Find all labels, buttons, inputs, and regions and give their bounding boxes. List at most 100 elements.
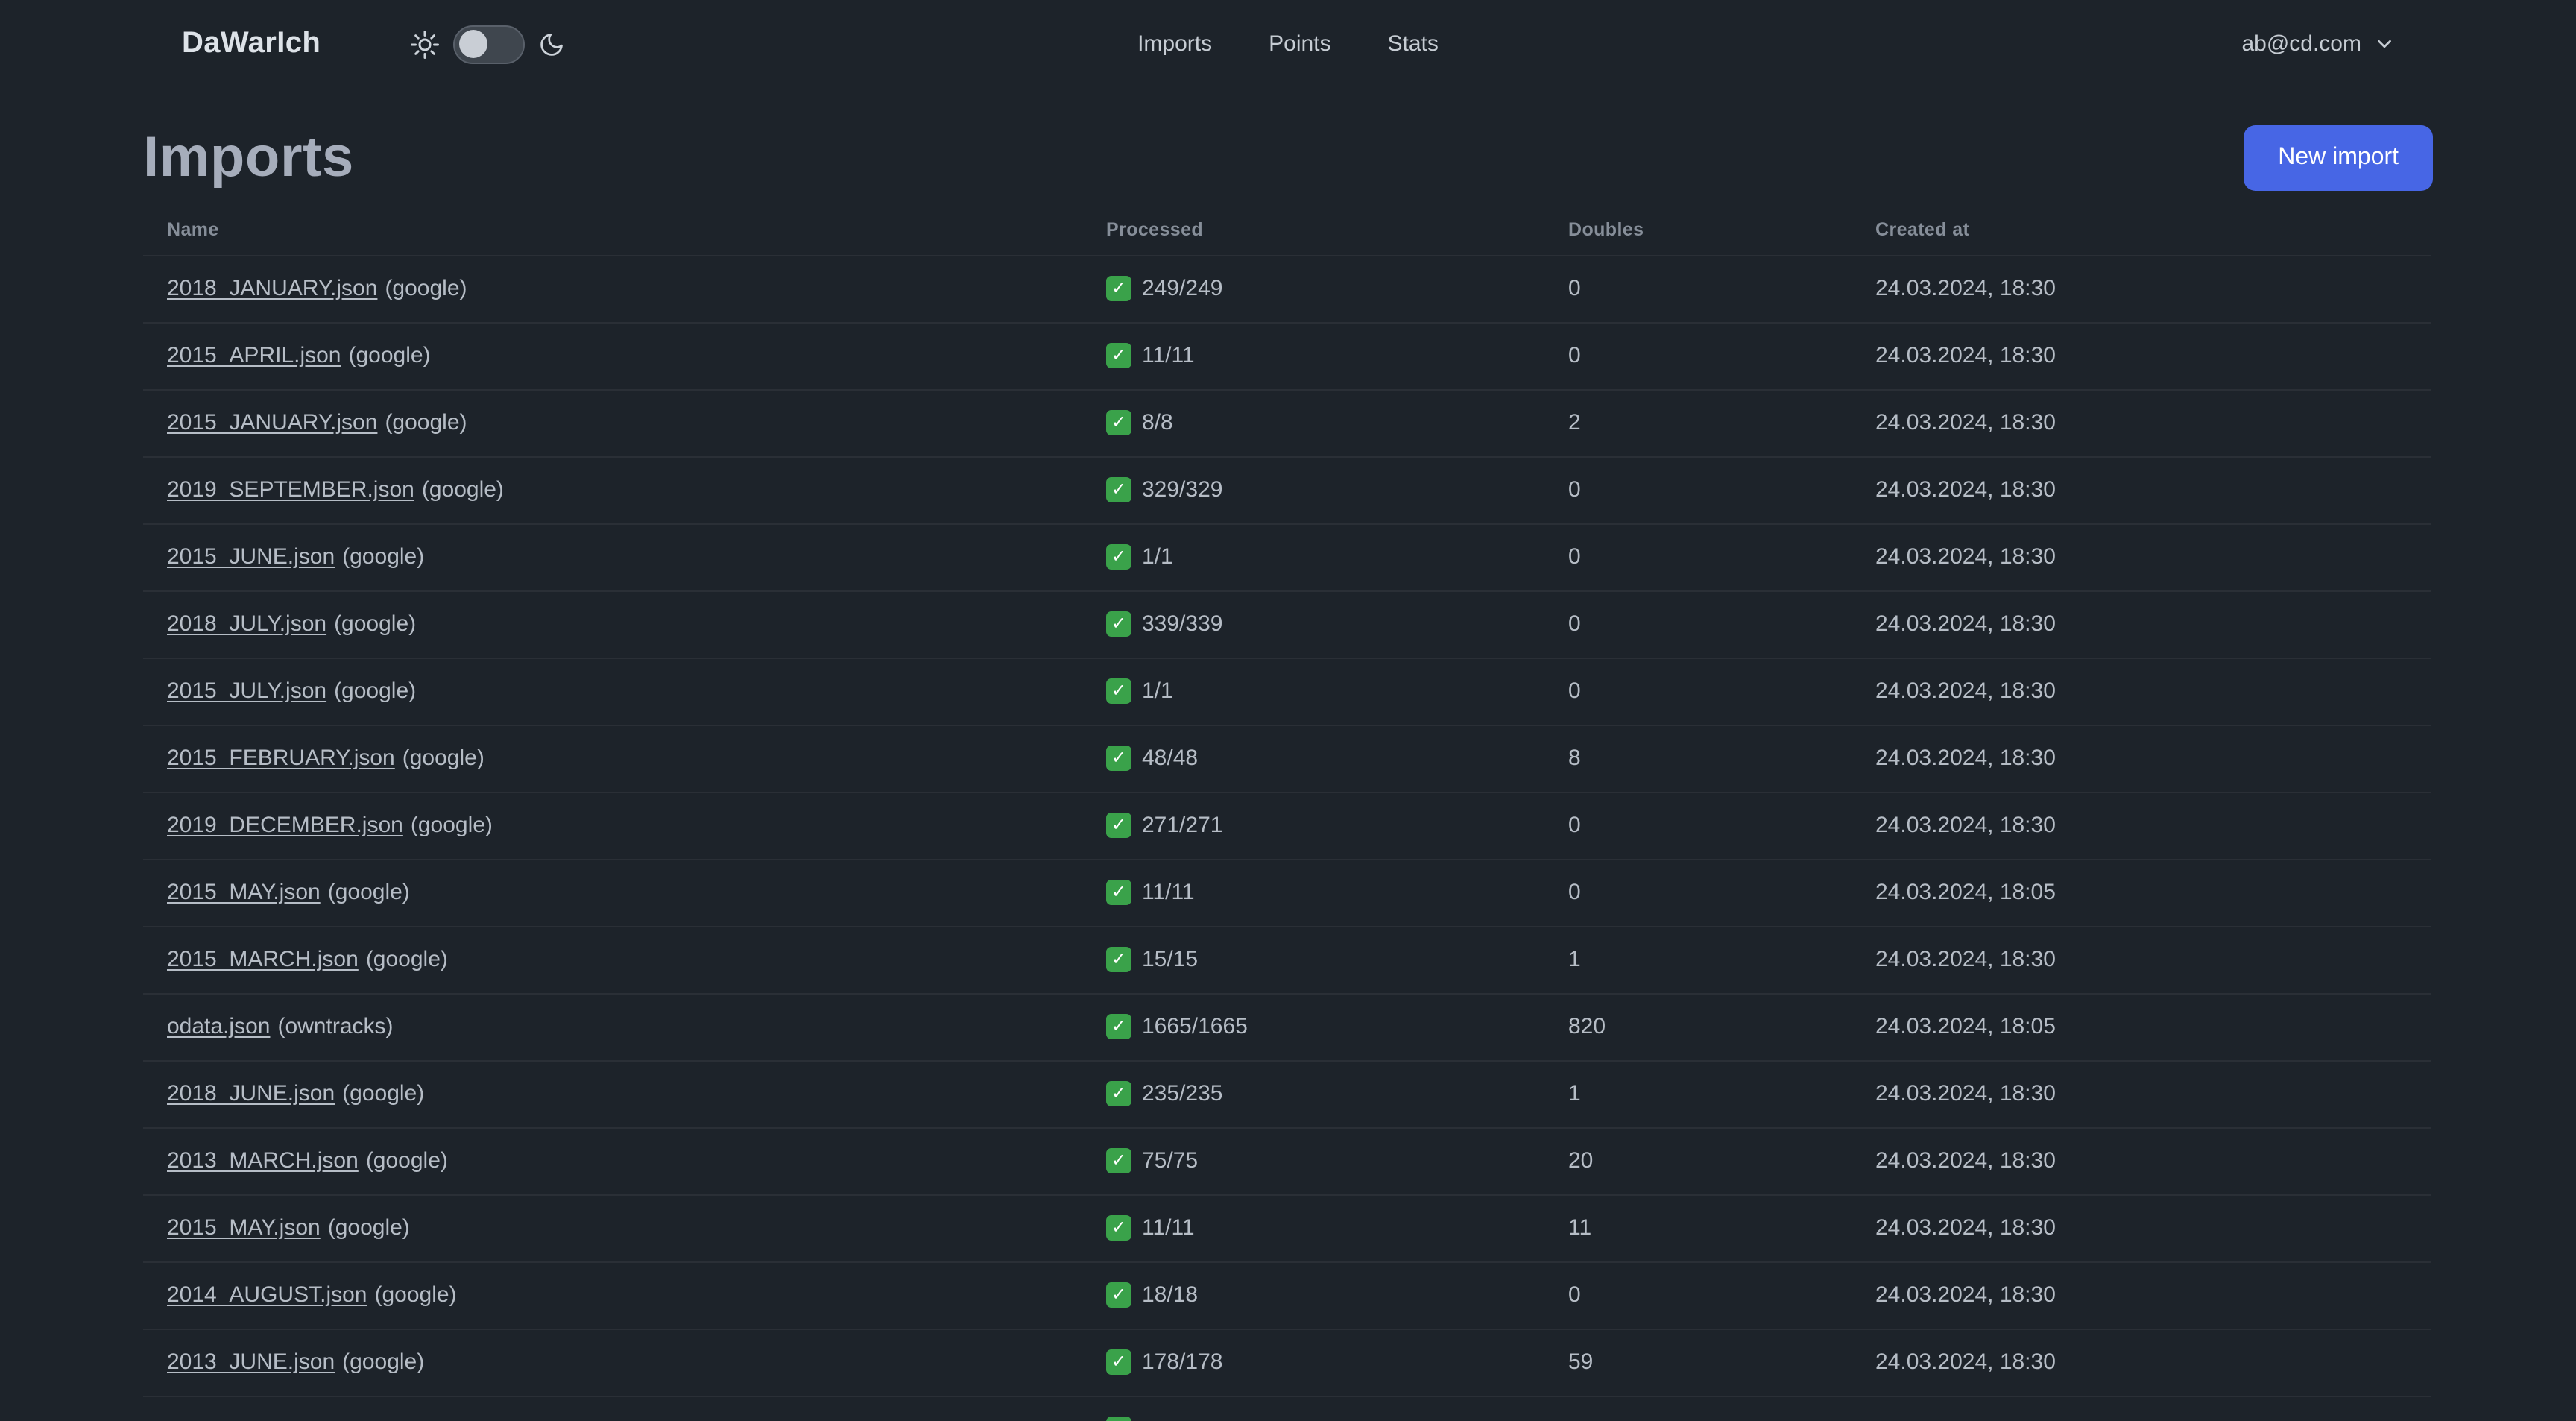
import-row: 2015_JANUARY.json (google) ✓ 8/8 2 24.03.2…	[143, 389, 2431, 457]
import-source-label: (google)	[342, 1349, 425, 1375]
created-at-cell: 24.03.2024, 18:30	[1852, 322, 2431, 390]
name-cell: 2019_DECEMBER.json (google)	[143, 792, 1082, 860]
import-file-link[interactable]: odata.json	[167, 1014, 270, 1039]
success-check-icon: ✓	[1106, 409, 1131, 435]
success-check-icon: ✓	[1106, 879, 1131, 905]
import-file-link[interactable]: 2019_DECEMBER.json	[167, 813, 403, 838]
import-source-label: (google)	[365, 947, 448, 972]
import-row: 2015_MAY.json (google) ✓ 11/11 0 24.03.202…	[143, 859, 2431, 927]
processed-cell: ✓ 1/1	[1082, 523, 1544, 591]
name-cell: 2013_MARCH.json (google)	[143, 1127, 1082, 1195]
success-check-icon: ✓	[1106, 1147, 1131, 1173]
nav-stats[interactable]: Stats	[1388, 31, 1439, 57]
page-header: Imports New import	[143, 124, 2433, 191]
import-row: 2015_JUNE.json (google) ✓ 1/1 0 24.03.2024…	[143, 523, 2431, 591]
processed-count: 339/339	[1142, 611, 1223, 637]
import-file-link[interactable]: 2015_JANUARY.json	[167, 410, 377, 435]
import-file-link[interactable]: 2015_MAY.json	[167, 1215, 321, 1241]
processed-cell: ✓ 48/48	[1082, 725, 1544, 793]
processed-cell: ✓ 1665/1665	[1082, 993, 1544, 1061]
processed-cell: ✓ 178/178	[1082, 1329, 1544, 1396]
doubles-cell: 59	[1544, 1329, 1852, 1396]
import-source-label: (google)	[334, 678, 417, 704]
created-at-cell: 24.03.2024, 18:30	[1852, 1261, 2431, 1329]
created-at-cell: 24.03.2024, 18:30	[1852, 1127, 2431, 1195]
success-check-icon: ✓	[1106, 678, 1131, 704]
import-source-label: (google)	[374, 1282, 457, 1308]
doubles-cell: 0	[1544, 792, 1852, 860]
import-source-label: (google)	[342, 1081, 425, 1106]
import-source-label: (google)	[402, 746, 484, 771]
success-check-icon: ✓	[1106, 342, 1131, 368]
nav-imports[interactable]: Imports	[1137, 31, 1212, 57]
import-file-link[interactable]: 2015_JULY.json	[167, 678, 326, 704]
import-row: 2015_APRIL.json (google) ✓ 11/11 0 24.03.2…	[143, 322, 2431, 390]
processed-cell: ✓ 75/75	[1082, 1127, 1544, 1195]
import-row: 2015_FEBRUARY.json (google) ✓ 48/48 8 24.0…	[143, 725, 2431, 793]
theme-toggle	[410, 25, 565, 63]
created-at-cell: 24.03.2024, 18:30	[1852, 523, 2431, 591]
app-logo[interactable]: DaWarIch	[182, 27, 321, 61]
doubles-cell: 0	[1544, 255, 1852, 323]
import-row: 2015_JULY.json (google) ✓ 1/1 0 24.03.2024…	[143, 658, 2431, 725]
main-content: Imports New import Name Processed Double…	[0, 124, 2576, 1421]
import-file-link[interactable]: 2014_AUGUST.json	[167, 1282, 367, 1308]
success-check-icon: ✓	[1106, 745, 1131, 771]
processed-count: 329/329	[1142, 477, 1223, 502]
created-at-cell: 24.03.2024, 18:30	[1852, 725, 2431, 793]
import-file-link[interactable]: 2013_MARCH.json	[167, 1148, 359, 1173]
doubles-cell: 0	[1544, 859, 1852, 927]
import-row: odata.json (owntracks) ✓ 1665/1665 820 24.…	[143, 993, 2431, 1061]
doubles-cell	[1544, 1396, 1852, 1421]
import-source-label: (google)	[348, 343, 431, 368]
import-file-link[interactable]: 2015_APRIL.json	[167, 343, 341, 368]
import-file-link[interactable]: 2018_JULY.json	[167, 611, 326, 637]
new-import-button[interactable]: New import	[2244, 125, 2433, 190]
processed-count: 271/271	[1142, 813, 1223, 838]
user-menu[interactable]: ab@cd.com	[2241, 31, 2396, 57]
import-file-link[interactable]: 2013_JUNE.json	[167, 1349, 335, 1375]
success-check-icon: ✓	[1106, 1013, 1131, 1039]
doubles-cell: 820	[1544, 993, 1852, 1061]
import-file-link[interactable]: 2015_FEBRUARY.json	[167, 746, 395, 771]
name-cell: 2015_MAY.json (google)	[143, 1194, 1082, 1262]
success-check-icon: ✓	[1106, 1080, 1131, 1106]
import-source-label: (owntracks)	[277, 1014, 394, 1039]
name-cell	[143, 1396, 1082, 1421]
processed-count: 1665/1665	[1142, 1014, 1248, 1039]
nav-points[interactable]: Points	[1269, 31, 1330, 57]
success-check-icon: ✓	[1106, 611, 1131, 637]
processed-cell: ✓ 18/18	[1082, 1261, 1544, 1329]
success-check-icon: ✓	[1106, 812, 1131, 838]
import-file-link[interactable]: 2015_MAY.json	[167, 880, 321, 905]
import-file-link[interactable]: 2019_SEPTEMBER.json	[167, 477, 414, 502]
doubles-cell: 0	[1544, 322, 1852, 390]
name-cell: 2018_JULY.json (google)	[143, 590, 1082, 658]
processed-cell: ✓ 11/11	[1082, 859, 1544, 927]
import-file-link[interactable]: 2018_JUNE.json	[167, 1081, 335, 1106]
import-source-label: (google)	[410, 813, 493, 838]
import-file-link[interactable]: 2015_MARCH.json	[167, 947, 359, 972]
app-viewport: DaWarIch Imports Points Stats ab@cd.com …	[0, 0, 2576, 1421]
theme-switch[interactable]	[453, 25, 525, 63]
name-cell: odata.json (owntracks)	[143, 993, 1082, 1061]
doubles-cell: 0	[1544, 590, 1852, 658]
import-row: 2013_MARCH.json (google) ✓ 75/75 20 24.03.…	[143, 1127, 2431, 1195]
created-at-cell: 24.03.2024, 18:30	[1852, 389, 2431, 457]
name-cell: 2018_JUNE.json (google)	[143, 1060, 1082, 1128]
import-file-link[interactable]: 2018_JANUARY.json	[167, 276, 377, 301]
page-title: Imports	[143, 126, 354, 189]
processed-cell: ✓ 329/329	[1082, 456, 1544, 524]
name-cell: 2015_MAY.json (google)	[143, 859, 1082, 927]
moon-icon	[538, 31, 565, 57]
created-at-cell: 24.03.2024, 18:30	[1852, 1194, 2431, 1262]
processed-count: 249/249	[1142, 276, 1223, 301]
processed-cell: ✓ 15/15	[1082, 926, 1544, 994]
main-nav: Imports Points Stats	[1137, 0, 1439, 88]
import-file-link[interactable]: 2015_JUNE.json	[167, 544, 335, 570]
processed-count: 48/48	[1142, 746, 1199, 771]
name-cell: 2014_AUGUST.json (google)	[143, 1261, 1082, 1329]
import-source-label: (google)	[342, 544, 425, 570]
success-check-icon: ✓	[1106, 1349, 1131, 1375]
import-row: 2014_AUGUST.json (google) ✓ 18/18 0 24.03.…	[143, 1261, 2431, 1329]
